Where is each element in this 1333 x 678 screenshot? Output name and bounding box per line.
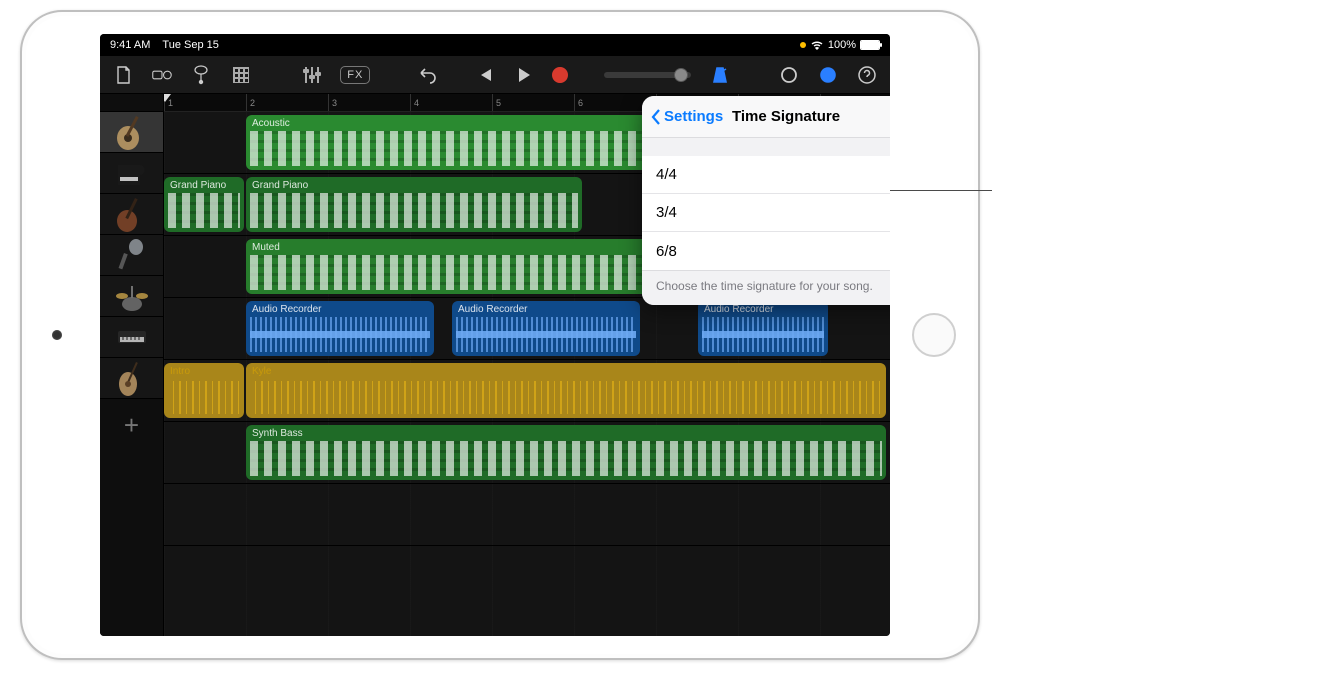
grid-icon	[233, 67, 249, 83]
status-time: 9:41 AM	[110, 39, 150, 51]
ruler-bar-4[interactable]: 4	[410, 94, 419, 111]
region[interactable]: Audio Recorder	[698, 301, 828, 356]
app-screen: 9:41 AM Tue Sep 15 100%	[100, 34, 890, 636]
ipad-camera	[52, 330, 62, 340]
region-label: Intro	[170, 366, 238, 377]
track-header[interactable]	[100, 276, 163, 317]
location-indicator-icon	[800, 42, 806, 48]
track-headers: +	[100, 94, 164, 636]
track-header[interactable]	[100, 317, 163, 358]
region[interactable]: Audio Recorder	[452, 301, 640, 356]
ruler-bar-5[interactable]: 5	[492, 94, 501, 111]
option-label: 6/8	[656, 243, 677, 260]
status-battery-percent: 100%	[828, 39, 856, 51]
region-content	[250, 381, 882, 414]
region[interactable]: Grand Piano	[246, 177, 582, 232]
region-label: Grand Piano	[252, 180, 576, 191]
master-volume-slider[interactable]	[604, 72, 691, 78]
region-content	[250, 193, 578, 228]
time-signature-option[interactable]: 4/4✓	[642, 156, 890, 194]
help-button[interactable]	[857, 64, 878, 86]
popover-header: Settings Time Signature	[642, 96, 890, 138]
popover-footer: Choose the time signature for your song.	[642, 270, 890, 305]
mixer-button[interactable]	[301, 64, 322, 86]
region-content	[168, 193, 240, 228]
popover-back-button[interactable]: Settings	[650, 96, 723, 137]
add-track-button[interactable]: +	[100, 399, 163, 451]
track-lane[interactable]: Intro Kyle	[164, 360, 890, 422]
song-settings-button[interactable]	[817, 64, 838, 86]
track-header[interactable]	[100, 112, 163, 153]
time-signature-option[interactable]: 3/4	[642, 194, 890, 232]
view-button[interactable]	[230, 64, 251, 86]
region[interactable]: Synth Bass	[246, 425, 886, 480]
track-header[interactable]	[100, 358, 163, 399]
fx-button[interactable]: FX	[340, 66, 370, 84]
callout-line	[872, 190, 992, 191]
ruler-bar-6[interactable]: 6	[574, 94, 583, 111]
loop-button[interactable]	[778, 64, 799, 86]
go-to-beginning-button[interactable]	[473, 64, 494, 86]
region[interactable]: Intro	[164, 363, 244, 418]
record-button[interactable]	[552, 67, 568, 83]
region-label: Kyle	[252, 366, 880, 377]
playhead[interactable]	[164, 94, 174, 111]
undo-button[interactable]	[416, 64, 437, 86]
track-lane[interactable]: Synth Bass	[164, 422, 890, 484]
metronome-button[interactable]	[709, 64, 730, 86]
region-content	[702, 317, 824, 352]
track-lane[interactable]	[164, 484, 890, 546]
workspace: + 123456789 + AcousticGrand PianoGrand P…	[100, 94, 890, 636]
region-label: Audio Recorder	[458, 304, 634, 315]
track-lane[interactable]: Audio Recorder Audio Recorder Audio Record…	[164, 298, 890, 360]
region[interactable]: Audio Recorder	[246, 301, 434, 356]
ipad-home-button[interactable]	[912, 313, 956, 357]
region-label: Synth Bass	[252, 428, 880, 439]
region[interactable]: Kyle	[246, 363, 886, 418]
battery-icon	[860, 40, 880, 50]
status-date: Tue Sep 15	[162, 39, 218, 51]
track-header[interactable]	[100, 194, 163, 235]
ruler-bar-2[interactable]: 2	[246, 94, 255, 111]
ipad-frame: 9:41 AM Tue Sep 15 100%	[20, 10, 980, 660]
play-button[interactable]	[513, 64, 534, 86]
time-signature-popover: Settings Time Signature 4/4✓ 3/4 6/8 Choos…	[642, 96, 890, 305]
region-content	[168, 381, 240, 414]
tracks-area[interactable]: 123456789 + AcousticGrand PianoGrand Pia…	[164, 94, 890, 636]
time-signature-option[interactable]: 6/8	[642, 232, 890, 270]
wifi-icon	[810, 40, 824, 50]
region[interactable]: Grand Piano	[164, 177, 244, 232]
toolbar: FX	[100, 56, 890, 94]
region-label: Audio Recorder	[252, 304, 428, 315]
region-content	[456, 317, 636, 352]
region-content	[250, 441, 882, 476]
track-header[interactable]	[100, 235, 163, 276]
option-label: 4/4	[656, 166, 677, 183]
region-label: Grand Piano	[170, 180, 238, 191]
popover-option-list: 4/4✓ 3/4 6/8	[642, 156, 890, 270]
ruler-bar-3[interactable]: 3	[328, 94, 337, 111]
popover-back-label: Settings	[664, 108, 723, 125]
tuner-button[interactable]	[191, 64, 212, 86]
my-songs-button[interactable]	[112, 64, 133, 86]
browser-button[interactable]	[151, 64, 172, 86]
option-label: 3/4	[656, 204, 677, 221]
region-content	[250, 317, 430, 352]
slider-thumb[interactable]	[674, 68, 688, 82]
popover-title: Time Signature	[732, 108, 840, 125]
region-label: Audio Recorder	[704, 304, 822, 315]
status-bar: 9:41 AM Tue Sep 15 100%	[100, 34, 890, 56]
track-header[interactable]	[100, 153, 163, 194]
